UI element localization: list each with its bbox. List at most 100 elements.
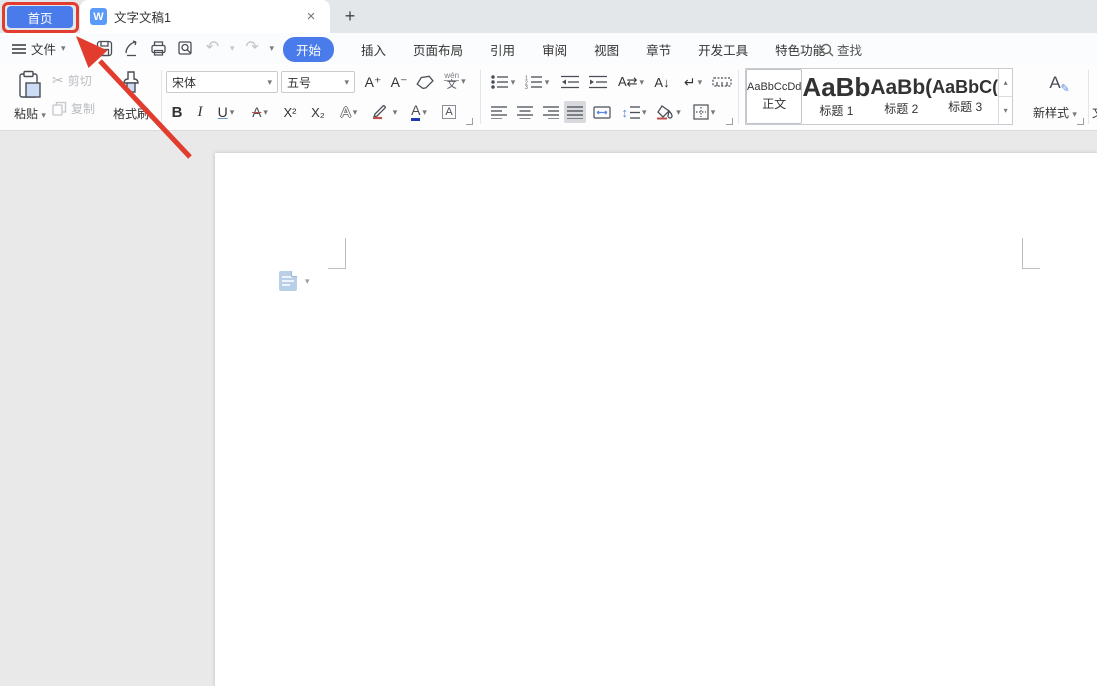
export-pdf-button[interactable]	[122, 37, 141, 59]
grow-font-button[interactable]: A⁺	[362, 71, 384, 93]
search-icon	[820, 43, 834, 57]
document-page[interactable]: ▾	[215, 153, 1097, 686]
text-effects-icon: A	[340, 103, 351, 121]
document-tab-title: 文字文稿1	[114, 11, 171, 25]
copy-button[interactable]: 复制	[52, 100, 95, 117]
font-size-select[interactable]: 五号 ▾	[281, 71, 355, 93]
clipboard-icon	[17, 70, 43, 100]
format-painter-button[interactable]: 格式刷	[106, 67, 156, 125]
file-menu-button[interactable]: 文件 ▾	[12, 38, 66, 59]
chevron-down-icon: ▾	[305, 275, 310, 286]
ribbon: 粘贴 ▾ ✂ 剪切 复制 格式刷 宋体 ▾ 五号 ▾ A⁺ A⁻ wén 文 ▾…	[0, 64, 1097, 131]
close-icon[interactable]: ×	[302, 8, 320, 26]
borders-button[interactable]: ▾	[688, 101, 720, 123]
chevron-down-icon: ▾	[639, 76, 645, 87]
find-button[interactable]: 查找	[820, 40, 862, 59]
line-spacing-button[interactable]: ↕ ▾	[618, 101, 650, 123]
cut-label: 剪切	[67, 74, 92, 88]
decrease-indent-button[interactable]	[558, 71, 582, 93]
chevron-down-icon: ▾	[710, 106, 716, 117]
tab-sections[interactable]: 章节	[646, 40, 671, 59]
ribbon-tab-strip: 开始 插入 页面布局 引用 审阅 视图 章节 开发工具 特色功能	[283, 36, 825, 62]
subscript-button[interactable]: X₂	[306, 101, 330, 123]
bold-button[interactable]: B	[168, 101, 186, 123]
tab-page-layout[interactable]: 页面布局	[413, 40, 463, 59]
numbered-list-button[interactable]: 123 ▾	[522, 71, 552, 93]
cut-button[interactable]: ✂ 剪切	[52, 72, 92, 89]
find-label: 查找	[837, 44, 863, 58]
redo-button[interactable]: ↷	[243, 37, 262, 59]
chevron-down-icon: ▾	[61, 43, 66, 53]
shrink-font-button[interactable]: A⁻	[388, 71, 410, 93]
wrap-mark-button[interactable]: ↵ ▾	[678, 71, 708, 93]
justify-icon	[567, 105, 583, 119]
strikethrough-button[interactable]: A ▾	[246, 101, 274, 123]
underline-icon: U	[217, 104, 228, 120]
superscript-button[interactable]: X²	[278, 101, 302, 123]
font-color-button[interactable]: A ▾	[404, 101, 434, 123]
increase-indent-button[interactable]	[586, 71, 610, 93]
character-scaling-button[interactable]: A⇄ ▾	[614, 71, 648, 93]
underline-button[interactable]: U ▾	[212, 101, 240, 123]
style-normal[interactable]: AaBbCcDd 正文	[746, 69, 803, 124]
home-tab[interactable]: 首页	[7, 6, 73, 28]
style-heading2[interactable]: AaBb( 标题 2	[870, 69, 932, 124]
align-center-button[interactable]	[514, 101, 536, 123]
save-button[interactable]	[95, 37, 114, 59]
style-heading3[interactable]: AaBbC( 标题 3	[932, 69, 998, 124]
clear-format-button[interactable]	[414, 71, 436, 93]
wrap-mark-icon: ↵	[683, 73, 696, 90]
tab-developer[interactable]: 开发工具	[698, 40, 748, 59]
undo-dropdown-icon[interactable]: ▾	[230, 43, 235, 53]
margin-corner-mark-right	[1022, 238, 1040, 269]
paste-button[interactable]: 粘贴 ▾	[8, 67, 52, 125]
font-dialog-launcher[interactable]	[466, 118, 473, 125]
group-separator	[1088, 70, 1089, 124]
customize-toolbar-icon[interactable]: ▾	[270, 43, 275, 53]
gallery-scroll-up-icon[interactable]: ▴	[999, 69, 1012, 97]
new-style-label: 新样式 ▾	[1033, 106, 1077, 120]
character-shading-button[interactable]: A	[438, 101, 460, 123]
bullet-list-button[interactable]: ▾	[488, 71, 518, 93]
tab-insert[interactable]: 插入	[361, 40, 386, 59]
font-color-icon: A	[411, 103, 421, 121]
tab-review[interactable]: 审阅	[542, 40, 567, 59]
paragraph-dialog-launcher[interactable]	[726, 118, 733, 125]
new-style-button[interactable]: A ✎ 新样式 ▾	[1026, 69, 1084, 125]
text-effects-button[interactable]: A ▾	[334, 101, 364, 123]
text-direction-button[interactable]: A↓	[650, 71, 674, 93]
tab-home[interactable]: 开始	[283, 36, 335, 62]
print-button[interactable]	[149, 37, 168, 59]
justify-button[interactable]	[564, 101, 586, 123]
distribute-icon	[593, 105, 611, 119]
undo-button[interactable]: ↶	[203, 37, 222, 59]
align-right-button[interactable]	[540, 101, 562, 123]
tab-special-features[interactable]: 特色功能	[775, 40, 825, 59]
style-heading1[interactable]: AaBb 标题 1	[802, 69, 870, 124]
quick-access-toolbar: ↶ ▾ ↷ ▾	[95, 37, 274, 59]
print-preview-button[interactable]	[176, 37, 195, 59]
hamburger-icon	[12, 43, 26, 55]
italic-button[interactable]: I	[192, 101, 208, 123]
font-size-value: 五号	[287, 75, 312, 90]
line-spacing-lines-icon	[629, 105, 640, 119]
decrease-indent-icon	[561, 75, 579, 89]
gallery-scroll-down-icon[interactable]: ▾	[999, 97, 1012, 124]
chevron-down-icon: ▾	[263, 106, 268, 117]
align-left-icon	[491, 105, 507, 119]
document-tab[interactable]: W 文字文稿1 ×	[80, 0, 330, 33]
align-left-button[interactable]	[488, 101, 510, 123]
page-smart-tag[interactable]: ▾	[279, 271, 310, 291]
font-family-select[interactable]: 宋体 ▾	[166, 71, 278, 93]
shading-button[interactable]: ▾	[652, 101, 684, 123]
phonetic-guide-button[interactable]: wén 文 ▾	[440, 70, 470, 92]
tab-stops-button[interactable]	[710, 71, 734, 93]
new-tab-button[interactable]: +	[339, 5, 361, 27]
highlight-color-button[interactable]: ▾	[368, 101, 400, 123]
line-spacing-icon: ↕	[621, 104, 628, 120]
distribute-button[interactable]	[590, 101, 614, 123]
tab-references[interactable]: 引用	[490, 40, 515, 59]
clipped-ribbon-item[interactable]: 文	[1092, 102, 1097, 121]
wps-writer-window: 首页 W 文字文稿1 × + 文件 ▾ ↶ ▾ ↷ ▾ 开始 插入 页面布局 引…	[0, 0, 1097, 686]
tab-view[interactable]: 视图	[594, 40, 619, 59]
